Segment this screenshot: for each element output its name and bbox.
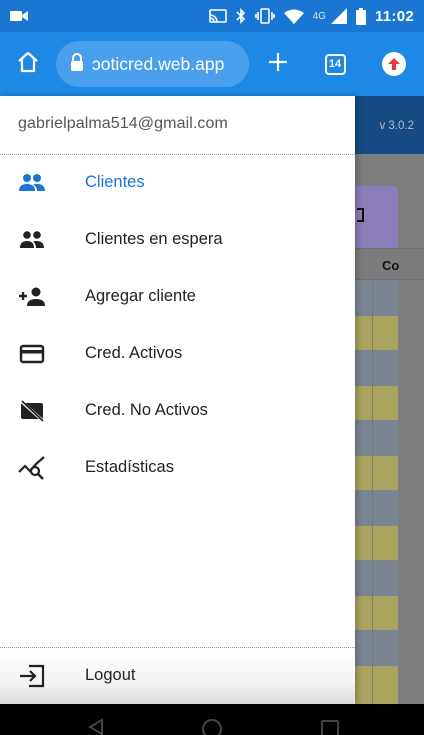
logout-icon <box>18 662 46 690</box>
lock-icon <box>70 52 84 76</box>
table-row <box>355 630 398 666</box>
table-row <box>355 490 398 526</box>
wifi-icon <box>283 9 304 24</box>
menu-item-label: Clientes <box>85 173 145 191</box>
update-button[interactable] <box>363 32 424 96</box>
menu-item-label: Clientes en espera <box>85 230 223 248</box>
people-waiting-icon <box>18 226 46 254</box>
menu-item-estadisticas[interactable]: Estadísticas <box>0 439 355 496</box>
menu-item-label: Cred. Activos <box>85 344 183 362</box>
address-bar[interactable]: ɔoticred.web.app <box>56 41 249 87</box>
video-camera-icon <box>10 9 28 23</box>
menu-item-clientes[interactable]: Clientes <box>0 154 355 211</box>
signal-icon <box>330 8 347 24</box>
logout-label: Logout <box>85 666 136 684</box>
table-row <box>355 316 398 350</box>
home-button[interactable] <box>0 32 56 96</box>
table-row <box>355 560 398 596</box>
table-row <box>355 420 398 456</box>
update-arrow-icon <box>381 52 406 76</box>
menu-item-label: Estadísticas <box>85 458 174 476</box>
menu-item-label: Agregar cliente <box>85 287 196 305</box>
network-type: 4G <box>312 10 326 22</box>
menu-item-agregar-cliente[interactable]: Agregar cliente <box>0 268 355 325</box>
url-text: ɔoticred.web.app <box>92 53 225 74</box>
home-nav-icon[interactable] <box>201 718 223 735</box>
vibrate-icon <box>254 8 275 24</box>
menu-item-label: Cred. No Activos <box>85 401 208 419</box>
battery-icon <box>355 7 366 25</box>
account-email: gabrielpalma514@gmail.com <box>18 115 228 132</box>
table-row <box>355 596 398 630</box>
table-divider <box>372 280 373 704</box>
app-card-header <box>355 186 398 248</box>
table-row <box>355 350 398 386</box>
home-icon <box>16 50 40 79</box>
back-icon[interactable] <box>86 718 106 735</box>
logout-button[interactable]: Logout <box>0 648 355 704</box>
fullscreen-icon <box>357 208 364 222</box>
plus-icon <box>268 52 288 77</box>
app-version: v 3.0.2 <box>379 120 414 132</box>
credit-card-icon <box>18 340 46 368</box>
table-row <box>355 666 398 704</box>
browser-toolbar: ɔoticred.web.app 14 <box>0 32 424 96</box>
credit-card-off-icon <box>18 397 46 425</box>
column-header: Co <box>382 258 400 273</box>
navigation-drawer: gabrielpalma514@gmail.com Clientes Clien… <box>0 96 355 704</box>
drawer-menu: Clientes Clientes en espera Agregar clie… <box>0 154 355 496</box>
tabs-button[interactable]: 14 <box>307 32 363 96</box>
app-header: v 3.0.2 <box>355 96 424 154</box>
system-nav-bar <box>0 704 424 735</box>
status-bar: 4G 11:02 <box>0 0 424 32</box>
cast-icon <box>208 8 227 24</box>
menu-item-cred-activos[interactable]: Cred. Activos <box>0 325 355 382</box>
recents-icon[interactable] <box>320 718 340 735</box>
menu-item-cred-no-activos[interactable]: Cred. No Activos <box>0 382 355 439</box>
table-row <box>355 280 398 316</box>
table-row <box>355 526 398 560</box>
new-tab-button[interactable] <box>249 32 307 96</box>
menu-item-clientes-en-espera[interactable]: Clientes en espera <box>0 211 355 268</box>
table-header: Co <box>355 248 424 280</box>
query-stats-icon <box>18 454 46 482</box>
people-icon <box>18 169 46 197</box>
person-add-icon <box>18 283 46 311</box>
tab-count: 14 <box>324 53 346 75</box>
clock: 11:02 <box>374 7 414 25</box>
table-row <box>355 456 398 490</box>
table-row <box>355 386 398 420</box>
bluetooth-icon <box>236 8 246 24</box>
